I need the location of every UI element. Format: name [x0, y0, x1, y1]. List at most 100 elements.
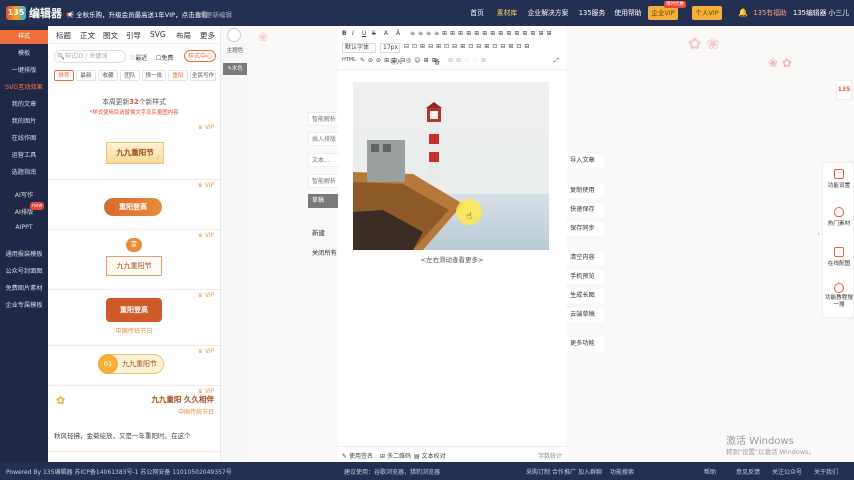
rail-item-tutorial[interactable]: 功能教程搜一搜 [823, 283, 854, 309]
sidebar-item-my-images[interactable]: 我的图片 [0, 116, 48, 125]
cloud-draft-button[interactable]: 云端草稿 [566, 308, 604, 322]
nav-help[interactable]: 使用帮助 [612, 0, 644, 26]
italic-button[interactable]: I [352, 30, 354, 37]
signature-button[interactable]: ✎ 使用签名 [342, 451, 373, 460]
style-card-5[interactable]: ♛ VIP 九九重阳节 01 [48, 346, 220, 386]
update-link[interactable]: ⚙ 更新编辑 [198, 9, 232, 19]
sidebar-item-my-articles[interactable]: 我的文章 [0, 99, 48, 108]
subtab-latest[interactable]: 最新 [76, 70, 96, 81]
sidebar-item-enterprise-templates[interactable]: 企业专属模板 [0, 300, 48, 309]
footer-link-group[interactable]: 加入群聊 [578, 467, 602, 476]
footer-link-wechat[interactable]: 关注公众号 [772, 467, 802, 476]
copy-use-button[interactable]: 复制使用 [566, 184, 604, 198]
sidebar-item-cover[interactable]: 公众号封面图 [0, 266, 48, 275]
lighthouse-image[interactable] [353, 82, 549, 250]
tab-layout[interactable]: 布局 [176, 30, 191, 41]
no-color-icon[interactable] [227, 28, 241, 42]
subtab-team[interactable]: 团队 [120, 70, 140, 81]
subtab-recommend[interactable]: 推荐 [54, 70, 74, 81]
sidebar-item-general-templates[interactable]: 通用报装模板 [0, 249, 48, 258]
sidebar-item-aippt[interactable]: AIPPT [0, 224, 48, 231]
new-button[interactable]: 新建 [312, 227, 325, 237]
note-button[interactable]: 备 [434, 57, 440, 66]
personal-vip-button[interactable]: 个人VIP [692, 6, 722, 20]
subtab-chongyang[interactable]: 重阳 [168, 70, 188, 81]
sidebar-item-styles[interactable]: 样式 [0, 30, 48, 44]
bell-icon[interactable]: 🔔 [738, 8, 748, 17]
footer-link-order[interactable]: 采购订制 [526, 467, 550, 476]
expand-icon[interactable]: ⤢ [554, 57, 559, 65]
footer-link-about[interactable]: 关于我们 [814, 467, 838, 476]
sidebar-item-templates[interactable]: 模板 [0, 48, 48, 57]
sidebar-item-svg[interactable]: SVG互动效果 [0, 82, 48, 91]
style-card-1[interactable]: ♛ VIP 九九重阳节 [48, 122, 220, 180]
clear-content-button[interactable]: 清空内容 [566, 251, 604, 265]
sidebar-item-tools[interactable]: 运营工具 [0, 150, 48, 159]
nav-home[interactable]: 首页 [464, 0, 490, 26]
tab-title[interactable]: 标题 [56, 30, 71, 41]
style-card-3[interactable]: ♛ VIP 壹 九九重阳节 [48, 230, 220, 290]
mobile-preview-button[interactable]: 手机预览 [566, 270, 604, 284]
logo-mini-icon[interactable]: 135 [836, 80, 852, 100]
tab-image-text[interactable]: 图文 [103, 30, 118, 41]
bold-button[interactable]: B [342, 30, 347, 37]
ghost-input[interactable]: 智能解析 [308, 174, 340, 188]
sidebar-item-free-images[interactable]: 免费图片素材 [0, 283, 48, 292]
draft-button[interactable]: 草稿 [308, 194, 340, 208]
qrcode-button[interactable]: ⊞ 多二维码 [380, 451, 411, 460]
proofread-button[interactable]: ▤ 文本校对 [414, 451, 446, 460]
font-family-select[interactable]: 默认字体 [342, 43, 376, 53]
tab-body[interactable]: 正文 [80, 30, 95, 41]
user-name[interactable]: 135编辑器 小三儿 [792, 0, 850, 26]
style-center-button[interactable]: 样式中心 [184, 50, 216, 62]
nav-materials[interactable]: 素材库 [492, 0, 522, 26]
sidebar-item-topics[interactable]: 选题指南 [0, 167, 48, 176]
font-size-select[interactable]: 17px [380, 43, 400, 53]
strike-button[interactable]: S [372, 30, 376, 37]
html-button[interactable]: HTML [342, 57, 356, 63]
sidebar-item-online-design[interactable]: 在线作图 [0, 133, 48, 142]
sidebar-item-oneclick[interactable]: 一键排版 [0, 65, 48, 74]
wood-color-button[interactable]: ✎木色 [223, 63, 247, 75]
footer-link-partner[interactable]: 合作推广 [552, 467, 576, 476]
close-all-button[interactable]: 关闭所有 [312, 248, 337, 257]
footer-link-search[interactable]: 功能搜索 [610, 467, 634, 476]
sidebar-item-ai-write[interactable]: AI写作 [0, 190, 48, 199]
footer-browser-hint[interactable]: 建议使用：谷歌浏览器，猎豹浏览器 [344, 467, 440, 476]
collapse-arrow-icon[interactable]: ‹ [817, 230, 820, 238]
theme-color-label[interactable]: 主题色 [221, 46, 249, 54]
tab-guide[interactable]: 引导 [126, 30, 141, 41]
tab-more[interactable]: 更多 [200, 30, 215, 41]
user-points-link[interactable]: 135有福助 [752, 0, 788, 26]
format-buttons[interactable]: ⊟⊡⊞⊟⊞⊡⊟⊞⊡⊟⊞⊡⊟⊞⊡⊟ [404, 43, 532, 50]
save-sync-button[interactable]: 保存同步 [566, 222, 604, 236]
subtab-favorites[interactable]: 收藏 [98, 70, 118, 81]
import-article-button[interactable]: 导入文章 [566, 154, 604, 168]
more-functions-button[interactable]: 更多功能 [566, 337, 604, 351]
subtab-writing[interactable]: 全民写作 [190, 70, 216, 81]
nav-services[interactable]: 135服务 [576, 0, 608, 26]
font-color-button[interactable]: A [384, 30, 388, 37]
rail-item-images[interactable]: 在线配图 [823, 247, 854, 267]
free-checkbox[interactable]: ☐免费 [156, 53, 173, 62]
logo[interactable]: 135 编辑器 [6, 5, 62, 21]
recent-filter[interactable]: ♡最近 [130, 53, 147, 62]
nav-enterprise[interactable]: 企业解决方案 [526, 0, 570, 26]
import-button[interactable]: 导入 [390, 57, 402, 66]
subtab-shuffle[interactable]: 换一批 [142, 70, 166, 81]
more-buttons[interactable]: ⊞⊞♡♡⊞ [448, 57, 489, 64]
underline-button[interactable]: U [362, 30, 366, 37]
ghost-input[interactable]: 文本... [308, 153, 340, 167]
style-card-6[interactable]: ♛ VIP ✿ 九九重阳 久久相伴 中国传统节日 秋风轻拂，金菊绽放，又是一年重… [48, 386, 220, 452]
tab-svg[interactable]: SVG [150, 30, 166, 39]
ghost-input[interactable]: 插入排版 [308, 132, 340, 146]
highlight-button[interactable]: Ā [396, 30, 400, 37]
search-input[interactable]: 样式ID / 关键词 [54, 50, 126, 63]
enterprise-vip-button[interactable]: 企业VIP [648, 6, 678, 20]
footer-link-help[interactable]: 帮助 [704, 467, 716, 476]
footer-link-feedback[interactable]: 意见反馈 [736, 467, 760, 476]
style-card-4[interactable]: ♛ VIP 重阳登高 中国传统节日 [48, 290, 220, 346]
announcement-link[interactable]: 📢 全秋乐购，升级会员最高送1年VIP，点击查看 [66, 9, 208, 19]
ghost-input[interactable]: 智能解析 [308, 112, 340, 126]
style-card-2[interactable]: ♛ VIP 重阳登高 [48, 180, 220, 230]
